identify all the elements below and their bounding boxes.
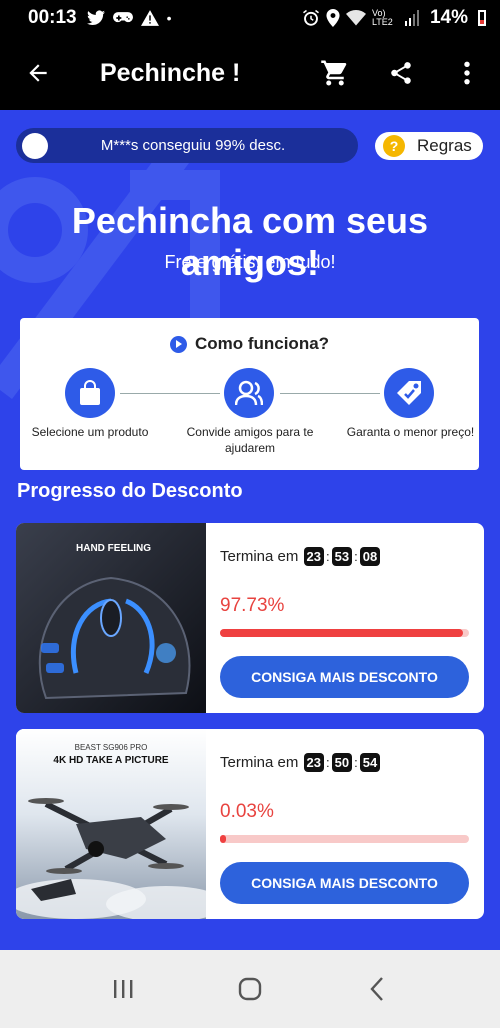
recent-apps-button[interactable] — [93, 964, 153, 1014]
cart-button[interactable] — [302, 36, 368, 110]
arrow-left-icon — [29, 64, 47, 82]
system-nav-bar — [0, 950, 500, 1028]
wifi-icon — [345, 10, 366, 26]
signal-icon — [404, 10, 419, 26]
image-caption: 4K HD TAKE A PICTURE — [53, 755, 169, 766]
back-button[interactable] — [0, 36, 76, 110]
how-it-works-title: Como funciona? — [194, 334, 330, 353]
timer-minutes: 50 — [331, 753, 353, 772]
countdown: Termina em 23: 50: 54 — [220, 753, 381, 772]
status-time: 00:13 — [28, 7, 77, 28]
step-invite-friends — [224, 368, 274, 418]
step-label: Convide amigos para te ajudarem — [186, 425, 314, 455]
step-connector — [120, 393, 220, 394]
status-bar: 00:13 • Vo) LTE2 14% — [0, 0, 500, 36]
ends-label: Termina em — [220, 548, 299, 565]
get-more-discount-button[interactable]: CONSIGA MAIS DESCONTO — [220, 656, 469, 698]
product-image-drone[interactable]: BEAST SG906 PRO 4K HD TAKE A PICTURE — [16, 729, 226, 919]
location-icon — [326, 9, 340, 27]
discount-percent: 0.03% — [220, 801, 274, 822]
network-label: Vo) LTE2 — [371, 8, 393, 27]
countdown: Termina em 23: 53: 08 — [220, 547, 381, 566]
battery-icon — [478, 10, 486, 26]
ends-label: Termina em — [220, 754, 299, 771]
question-icon: ? — [383, 135, 405, 157]
ticker-avatar — [22, 132, 48, 159]
image-caption-top: BEAST SG906 PRO — [74, 743, 148, 752]
get-more-discount-button[interactable]: CONSIGA MAIS DESCONTO — [220, 862, 469, 904]
gamepad-icon — [112, 12, 133, 23]
share-icon — [391, 62, 411, 84]
dot-icon: • — [166, 10, 172, 26]
step-select-product — [65, 368, 115, 418]
alarm-icon — [303, 9, 319, 26]
timer-seconds: 54 — [359, 753, 381, 772]
more-vert-icon — [464, 61, 470, 85]
rules-button[interactable]: ? Regras — [375, 132, 483, 160]
how-it-works-header[interactable]: Como funciona? — [20, 334, 479, 354]
discount-card-drone[interactable]: BEAST SG906 PRO 4K HD TAKE A PICTURE Ter… — [16, 729, 484, 919]
recent-apps-icon — [114, 980, 133, 998]
home-icon — [238, 977, 262, 1001]
cart-icon — [321, 60, 347, 86]
timer-hours: 23 — [303, 547, 324, 566]
progress-bar — [220, 629, 469, 637]
step-label: Selecione um produto — [31, 425, 149, 439]
image-caption: HAND FEELING — [76, 543, 151, 554]
step-best-price — [384, 368, 434, 418]
warning-icon — [140, 10, 159, 26]
price-tag-icon — [397, 381, 421, 405]
rules-label: Regras — [417, 136, 472, 155]
discount-card-mouse[interactable]: HAND FEELING Termina em 23: 53: 08 97.73… — [16, 523, 484, 713]
app-bar: Pechinche ! — [0, 36, 500, 110]
step-label: Garanta o menor preço! — [346, 425, 475, 439]
discount-percent: 97.73% — [220, 595, 285, 616]
more-options-button[interactable] — [434, 36, 500, 110]
ticker-text: M***s conseguiu 99% desc. — [100, 137, 286, 154]
progress-fill — [220, 629, 464, 637]
step-connector — [280, 393, 380, 394]
page-title: Pechinche ! — [100, 58, 241, 87]
hero-subtitle: Frete grátis, em tudo! — [164, 252, 336, 272]
user-add-icon — [235, 380, 263, 406]
home-button[interactable] — [220, 964, 280, 1014]
main-content: M***s conseguiu 99% desc. ? Regras Pechi… — [0, 110, 500, 950]
progress-bar — [220, 835, 469, 843]
back-chevron-icon — [370, 977, 383, 1001]
section-title: Progresso do Desconto — [17, 480, 243, 502]
how-it-works-card: Como funciona? Selecione um produto Conv… — [20, 318, 479, 470]
product-image-mouse[interactable]: HAND FEELING — [16, 523, 206, 713]
shopping-bag-icon — [80, 380, 100, 405]
ticker-banner: M***s conseguiu 99% desc. — [16, 128, 358, 163]
progress-fill — [220, 835, 227, 843]
battery-percent: 14% — [429, 7, 468, 28]
timer-hours: 23 — [303, 753, 324, 772]
share-button[interactable] — [368, 36, 434, 110]
twitter-icon — [86, 10, 105, 26]
timer-minutes: 53 — [331, 547, 353, 566]
timer-seconds: 08 — [359, 547, 381, 566]
nav-back-button[interactable] — [347, 964, 407, 1014]
play-icon — [169, 335, 187, 353]
